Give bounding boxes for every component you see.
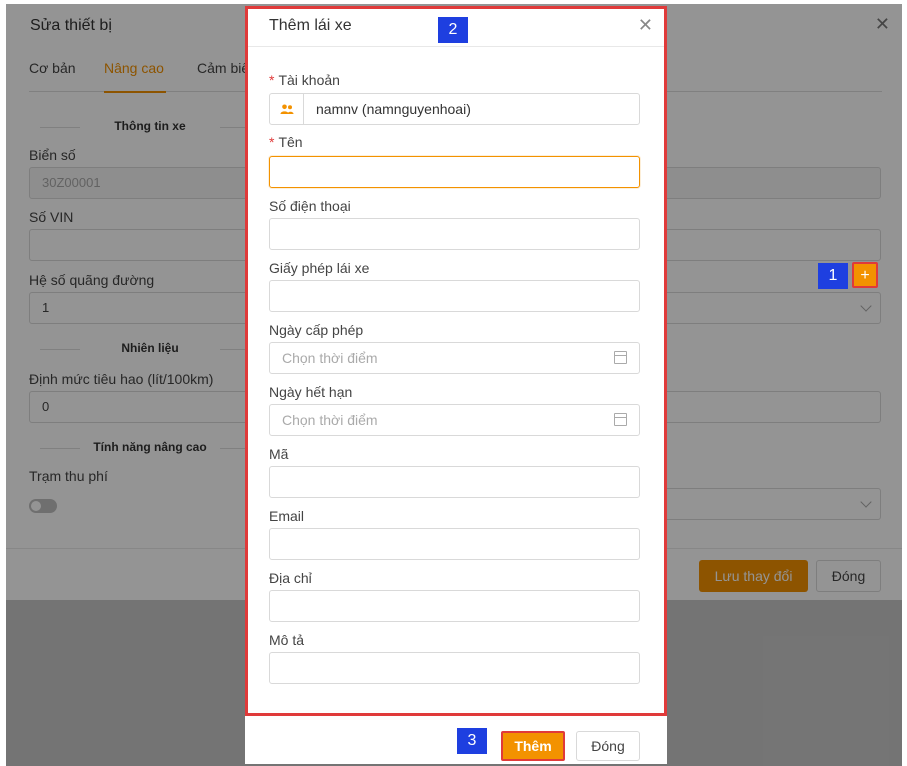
- description-label: Mô tả: [269, 632, 305, 648]
- modal-title: Thêm lái xe: [269, 17, 352, 34]
- code-label: Mã: [269, 446, 289, 462]
- modal-header-divider: [248, 46, 664, 47]
- add-driver-modal: Thêm lái xe ✕ * Tài khoản namnv (namnguye…: [245, 6, 667, 764]
- issue-date-placeholder: Chọn thời điểm: [282, 350, 378, 366]
- users-icon: [280, 104, 294, 114]
- step-badge-1: 1: [818, 263, 848, 289]
- issue-date-picker[interactable]: Chọn thời điểm: [269, 342, 640, 374]
- expiry-date-placeholder: Chọn thời điểm: [282, 412, 378, 428]
- account-value: namnv (namnguyenhoai): [316, 101, 471, 117]
- required-mark: *: [269, 72, 275, 88]
- address-input[interactable]: [269, 590, 640, 622]
- calendar-icon: [614, 413, 627, 426]
- close-icon[interactable]: ✕: [638, 15, 653, 36]
- add-driver-button[interactable]: +: [852, 262, 878, 288]
- account-label: * Tài khoản: [269, 72, 340, 88]
- email-label: Email: [269, 508, 305, 524]
- add-button[interactable]: Thêm: [501, 731, 565, 761]
- expiry-date-picker[interactable]: Chọn thời điểm: [269, 404, 640, 436]
- phone-input[interactable]: [269, 218, 640, 250]
- name-input[interactable]: [269, 156, 640, 188]
- name-label-text: Tên: [278, 134, 303, 150]
- modal-footer-divider: [248, 714, 664, 715]
- expiry-date-label: Ngày hết hạn: [269, 384, 353, 400]
- required-mark: *: [269, 134, 275, 150]
- email-input[interactable]: [269, 528, 640, 560]
- step-badge-3: 3: [457, 728, 487, 754]
- code-input[interactable]: [269, 466, 640, 498]
- description-input[interactable]: [269, 652, 640, 684]
- issue-date-label: Ngày cấp phép: [269, 322, 364, 338]
- account-label-text: Tài khoản: [278, 72, 340, 88]
- phone-label: Số điện thoại: [269, 198, 351, 214]
- account-addon: [270, 94, 304, 124]
- name-label: * Tên: [269, 134, 303, 150]
- step-badge-2: 2: [438, 17, 468, 43]
- address-label: Địa chỉ: [269, 570, 312, 586]
- close-button[interactable]: Đóng: [576, 731, 640, 761]
- license-input[interactable]: [269, 280, 640, 312]
- license-label: Giấy phép lái xe: [269, 260, 370, 276]
- account-select[interactable]: namnv (namnguyenhoai): [269, 93, 640, 125]
- calendar-icon: [614, 351, 627, 364]
